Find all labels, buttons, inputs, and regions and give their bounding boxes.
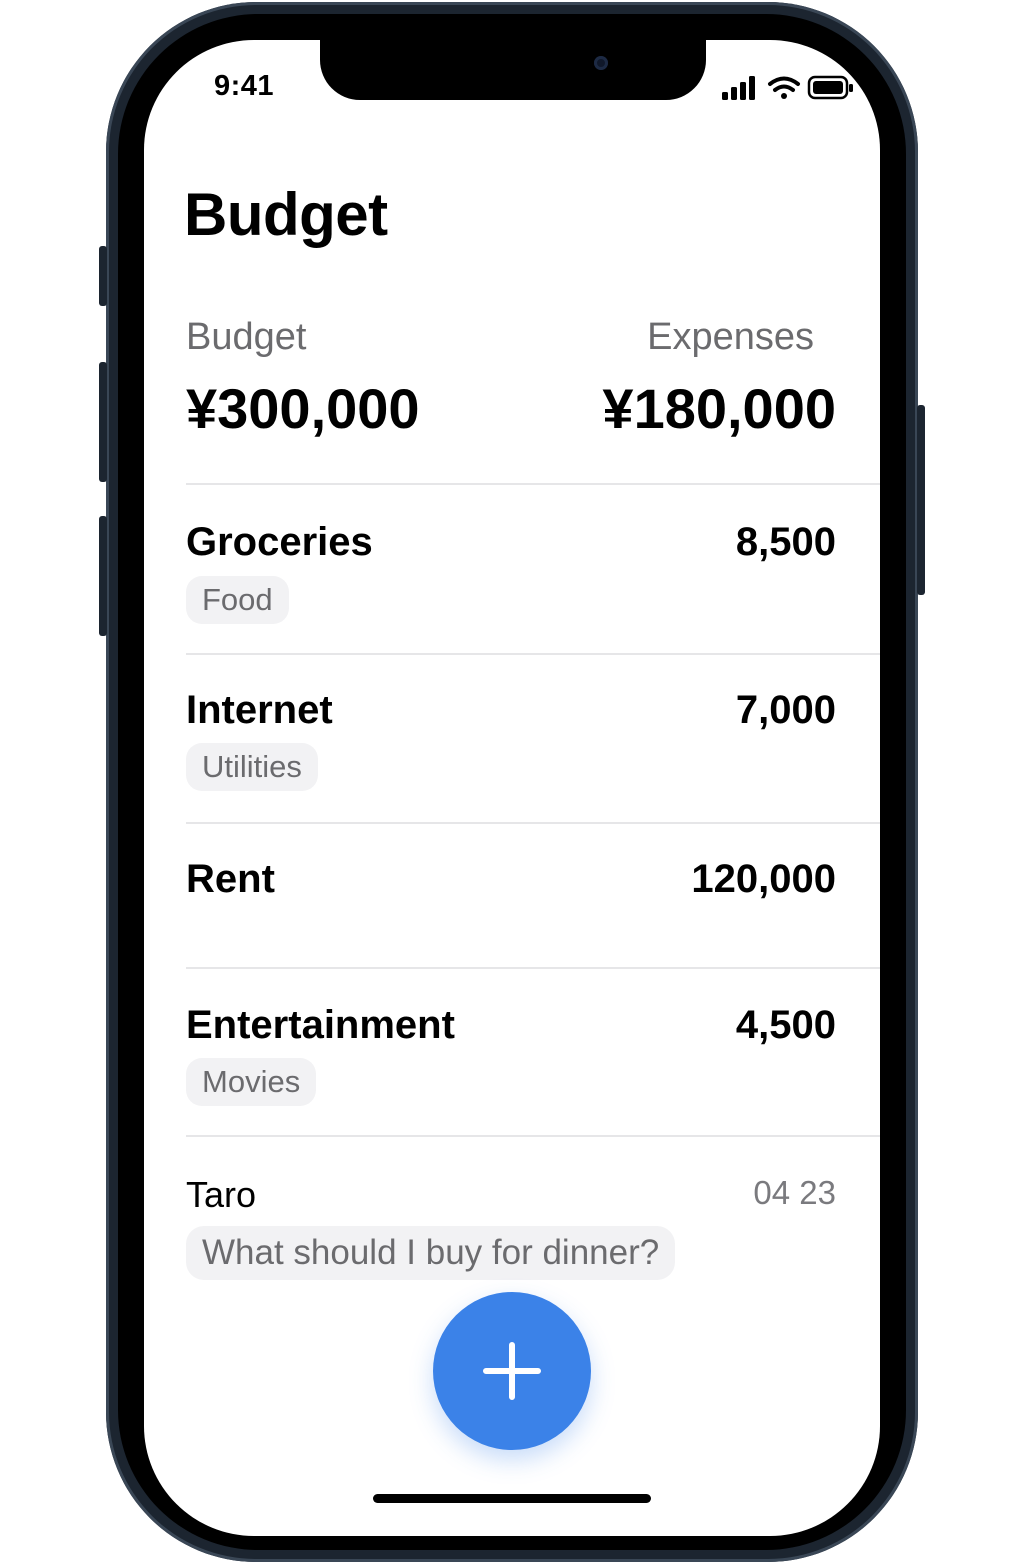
expense-amount: 7,000 bbox=[735, 688, 836, 732]
expenses-value: ¥180,000 bbox=[602, 377, 836, 440]
budget-value: ¥300,000 bbox=[186, 377, 420, 440]
expense-amount: 8,500 bbox=[735, 520, 836, 564]
divider bbox=[186, 967, 880, 969]
page-title: Budget bbox=[184, 181, 388, 248]
status-time: 9:41 bbox=[214, 70, 275, 102]
plus-icon bbox=[483, 1342, 541, 1400]
camera-notch bbox=[320, 40, 706, 100]
message-sender: Taro bbox=[186, 1174, 257, 1215]
home-indicator[interactable] bbox=[373, 1494, 651, 1503]
divider bbox=[186, 653, 880, 655]
divider bbox=[186, 483, 880, 485]
expense-name: Rent bbox=[186, 857, 275, 901]
expense-name: Groceries bbox=[186, 520, 373, 564]
volume-down-button bbox=[99, 516, 107, 636]
category-tag: Movies bbox=[186, 1058, 317, 1106]
expense-name: Internet bbox=[186, 688, 333, 732]
volume-up-button bbox=[99, 362, 107, 482]
divider bbox=[186, 1135, 880, 1137]
category-tag: Food bbox=[186, 576, 289, 624]
message-bubble: What should I buy for dinner? bbox=[186, 1226, 676, 1280]
expenses-label: Expenses bbox=[647, 316, 814, 358]
expense-amount: 120,000 bbox=[691, 857, 836, 901]
cellular-signal-icon bbox=[722, 76, 755, 100]
app-screen: 9:41 Budget Budget ¥300,000 Expenses ¥18… bbox=[144, 40, 880, 1536]
expense-amount: 4,500 bbox=[735, 1003, 836, 1047]
battery-icon bbox=[807, 75, 853, 100]
message-time: 04 23 bbox=[753, 1174, 836, 1211]
front-camera bbox=[594, 56, 608, 70]
power-button bbox=[917, 405, 925, 595]
status-icons bbox=[722, 75, 853, 100]
action-button bbox=[99, 246, 107, 306]
wifi-icon bbox=[768, 76, 800, 99]
expense-name: Entertainment bbox=[186, 1003, 455, 1047]
divider bbox=[186, 822, 880, 824]
add-expense-button[interactable] bbox=[433, 1292, 591, 1450]
category-tag: Utilities bbox=[186, 743, 318, 791]
budget-label: Budget bbox=[186, 316, 307, 358]
